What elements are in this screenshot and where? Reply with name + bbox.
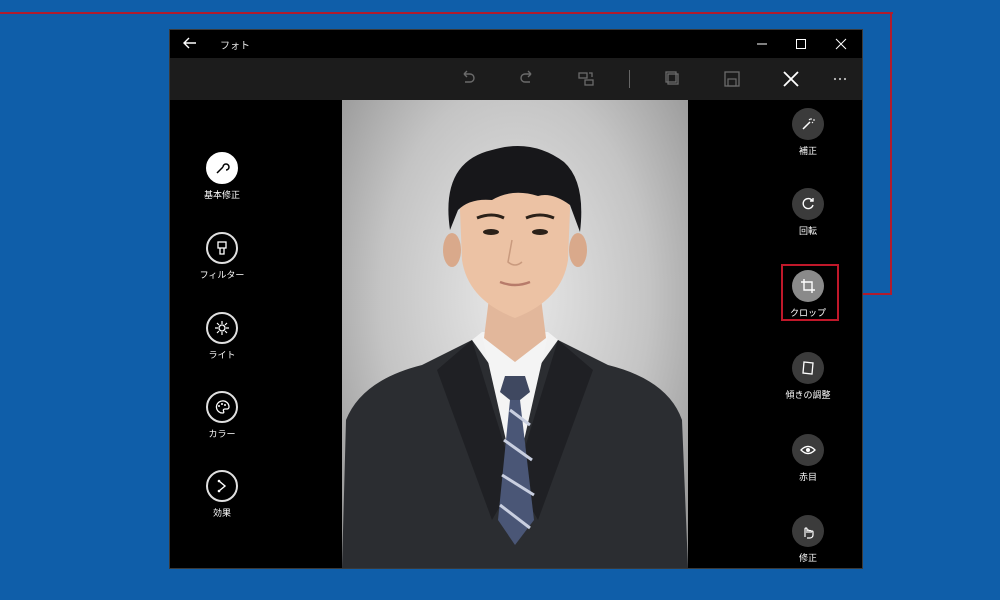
callout-line-right (890, 12, 892, 295)
close-icon (783, 71, 799, 87)
left-item-effects[interactable]: 効果 (182, 470, 262, 519)
rotate-icon (792, 188, 824, 220)
close-edit-button[interactable] (779, 67, 803, 91)
redo-button[interactable] (515, 67, 539, 91)
compare-button[interactable] (574, 67, 598, 91)
more-icon (833, 77, 847, 81)
save-button[interactable] (720, 67, 744, 91)
straighten-icon (792, 352, 824, 384)
window-close-button[interactable] (825, 33, 857, 55)
left-item-label: 基本修正 (203, 191, 240, 201)
window-title: フォト (220, 41, 250, 52)
minimize-icon (757, 43, 767, 45)
close-icon (835, 38, 847, 50)
left-item-light[interactable]: ライト (182, 312, 262, 361)
save-icon (724, 71, 740, 87)
more-button[interactable] (828, 67, 852, 91)
right-item-label: 傾きの調整 (785, 391, 831, 401)
undo-icon (463, 70, 475, 83)
save-copy-button[interactable] (661, 67, 685, 91)
magic-wand-icon (792, 108, 824, 140)
maximize-button[interactable] (785, 33, 817, 55)
left-item-label: ライト (208, 351, 236, 361)
left-item-color[interactable]: カラー (182, 391, 262, 440)
photo-canvas[interactable] (342, 100, 688, 568)
left-item-basic-fix[interactable]: 基本修正 (182, 152, 262, 201)
back-arrow-icon[interactable] (182, 35, 198, 51)
left-item-label: フィルター (199, 271, 245, 281)
save-copy-icon (665, 71, 679, 85)
left-item-label: カラー (208, 430, 236, 440)
right-item-enhance[interactable]: 補正 (768, 108, 848, 157)
right-item-label: 回転 (798, 227, 817, 237)
filter-icon (206, 232, 238, 264)
compare-icon (578, 72, 594, 86)
photos-app-window: フォト 基本修正 フィルター ライト カラー 効果 補正 回転 クロップ 傾きの… (170, 30, 862, 568)
effects-icon (206, 470, 238, 502)
right-item-red-eye[interactable]: 赤目 (768, 434, 848, 483)
toolbar-separator (629, 70, 630, 88)
right-item-retouch[interactable]: 修正 (768, 515, 848, 564)
edit-toolbar (170, 58, 862, 100)
right-item-label: 赤目 (798, 473, 817, 483)
retouch-icon (792, 515, 824, 547)
minimize-button[interactable] (746, 33, 778, 55)
portrait-photo (342, 146, 688, 568)
right-item-rotate[interactable]: 回転 (768, 188, 848, 237)
palette-icon (206, 391, 238, 423)
eye-icon (792, 434, 824, 466)
crop-callout-highlight (781, 264, 839, 321)
callout-line-top (0, 12, 893, 14)
wrench-icon (206, 152, 238, 184)
left-item-label: 効果 (212, 509, 231, 519)
undo-button[interactable] (456, 67, 480, 91)
redo-icon (520, 70, 532, 83)
right-item-label: 修正 (798, 554, 817, 564)
right-item-label: 補正 (798, 147, 817, 157)
sun-icon (206, 312, 238, 344)
title-bar: フォト (170, 30, 862, 58)
right-item-straighten[interactable]: 傾きの調整 (768, 352, 848, 401)
maximize-icon (796, 39, 806, 49)
left-item-filter[interactable]: フィルター (182, 232, 262, 281)
